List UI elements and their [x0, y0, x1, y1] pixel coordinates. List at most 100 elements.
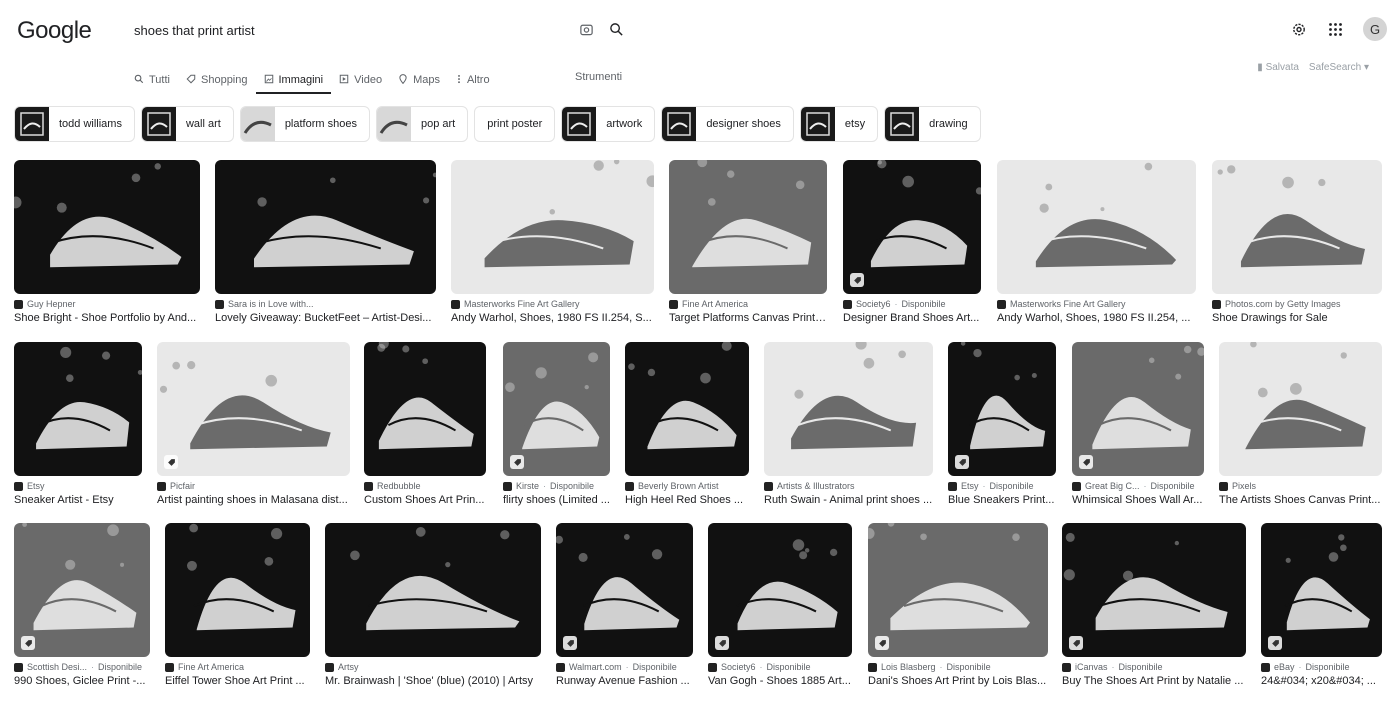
result-thumbnail[interactable]: [669, 160, 827, 294]
image-result[interactable]: Pixels The Artists Shoes Canvas Print...: [1219, 342, 1382, 506]
image-result[interactable]: Etsy · Disponibile Blue Sneakers Print...: [948, 342, 1056, 506]
result-title[interactable]: flirty shoes (Limited ...: [503, 494, 610, 506]
result-source[interactable]: Artsy: [325, 662, 541, 672]
result-title[interactable]: 990 Shoes, Giclee Print -...: [14, 675, 150, 687]
related-chip[interactable]: print poster: [474, 106, 556, 142]
result-title[interactable]: Artist painting shoes in Malasana dist..…: [157, 494, 350, 506]
image-result[interactable]: Etsy Sneaker Artist - Etsy: [14, 342, 142, 506]
result-title[interactable]: Sneaker Artist - Etsy: [14, 494, 142, 506]
safesearch-link[interactable]: SafeSearch ▾: [1309, 62, 1369, 73]
related-chip[interactable]: designer shoes: [661, 106, 794, 142]
result-thumbnail[interactable]: [14, 523, 150, 657]
search-icon[interactable]: [608, 21, 624, 37]
image-result[interactable]: iCanvas · Disponibile Buy The Shoes Art Pri…: [1062, 523, 1246, 687]
result-thumbnail[interactable]: [14, 342, 142, 476]
result-title[interactable]: Lovely Giveaway: BucketFeet – Artist-Des…: [215, 312, 436, 324]
result-thumbnail[interactable]: [1212, 160, 1382, 294]
result-title[interactable]: Designer Brand Shoes Art...: [843, 312, 981, 324]
result-title[interactable]: Van Gogh - Shoes 1885 Art...: [708, 675, 852, 687]
result-title[interactable]: Eiffel Tower Shoe Art Print ...: [165, 675, 310, 687]
result-thumbnail[interactable]: [868, 523, 1048, 657]
related-chip[interactable]: platform shoes: [239, 106, 370, 142]
result-title[interactable]: Shoe Bright - Shoe Portfolio by And...: [14, 312, 200, 324]
result-title[interactable]: Blue Sneakers Print...: [948, 494, 1056, 506]
result-source[interactable]: Pixels: [1219, 481, 1382, 491]
result-source[interactable]: Artists & Illustrators: [764, 481, 933, 491]
apps-grid-icon[interactable]: [1327, 21, 1343, 37]
tab-video[interactable]: Video: [339, 69, 382, 91]
result-source[interactable]: Lois Blasberg · Disponibile: [868, 662, 1048, 672]
result-thumbnail[interactable]: [503, 342, 610, 476]
related-chip[interactable]: wall art: [140, 106, 234, 142]
result-thumbnail[interactable]: [997, 160, 1196, 294]
result-thumbnail[interactable]: [1062, 523, 1246, 657]
result-thumbnail[interactable]: [1072, 342, 1204, 476]
result-thumbnail[interactable]: [325, 523, 541, 657]
image-result[interactable]: Artists & Illustrators Ruth Swain - Anima…: [764, 342, 933, 506]
result-thumbnail[interactable]: [157, 342, 350, 476]
tools-button[interactable]: Strumenti: [575, 71, 622, 83]
result-source[interactable]: Etsy · Disponibile: [948, 481, 1056, 491]
result-title[interactable]: Ruth Swain - Animal print shoes ...: [764, 494, 933, 506]
result-title[interactable]: Buy The Shoes Art Print by Natalie ...: [1062, 675, 1246, 687]
search-input[interactable]: shoes that print artist: [134, 23, 255, 38]
result-title[interactable]: Mr. Brainwash | 'Shoe' (blue) (2010) | A…: [325, 675, 541, 687]
result-source[interactable]: Fine Art America: [669, 299, 827, 309]
result-title[interactable]: Andy Warhol, Shoes, 1980 FS II.254, S...: [451, 312, 654, 324]
image-result[interactable]: Fine Art America Eiffel Tower Shoe Art Pr…: [165, 523, 310, 687]
image-result[interactable]: eBay · Disponibile 24&#034; x20&#034; ...: [1261, 523, 1382, 687]
result-source[interactable]: Redbubble: [364, 481, 486, 491]
google-logo[interactable]: Google: [17, 17, 92, 45]
related-chip[interactable]: pop art: [375, 106, 469, 142]
image-result[interactable]: Guy Hepner Shoe Bright - Shoe Portfolio b…: [14, 160, 200, 324]
result-title[interactable]: Runway Avenue Fashion ...: [556, 675, 693, 687]
image-result[interactable]: Beverly Brown Artist High Heel Red Shoes …: [625, 342, 749, 506]
result-source[interactable]: Masterworks Fine Art Gallery: [451, 299, 654, 309]
tab-maps[interactable]: Maps: [398, 69, 440, 91]
result-source[interactable]: Masterworks Fine Art Gallery: [997, 299, 1196, 309]
image-result[interactable]: Kirste · Disponibile flirty shoes (Limited …: [503, 342, 610, 506]
result-title[interactable]: Whimsical Shoes Wall Ar...: [1072, 494, 1204, 506]
image-result[interactable]: Sara is in Love with... Lovely Giveaway: …: [215, 160, 436, 324]
result-thumbnail[interactable]: [364, 342, 486, 476]
result-source[interactable]: Photos.com by Getty Images: [1212, 299, 1382, 309]
result-source[interactable]: Scottish Desi... · Disponibile: [14, 662, 150, 672]
result-title[interactable]: Dani's Shoes Art Print by Lois Blas...: [868, 675, 1048, 687]
related-chip[interactable]: etsy: [799, 106, 879, 142]
image-result[interactable]: Scottish Desi... · Disponibile 990 Shoes, G…: [14, 523, 150, 687]
result-source[interactable]: Society6 · Disponibile: [708, 662, 852, 672]
image-result[interactable]: Artsy Mr. Brainwash | 'Shoe' (blue) (2010…: [325, 523, 541, 687]
result-source[interactable]: Picfair: [157, 481, 350, 491]
result-thumbnail[interactable]: [948, 342, 1056, 476]
result-thumbnail[interactable]: [165, 523, 310, 657]
image-result[interactable]: Masterworks Fine Art Gallery Andy Warhol,…: [451, 160, 654, 324]
result-thumbnail[interactable]: [14, 160, 200, 294]
related-chip[interactable]: todd williams: [14, 106, 135, 142]
result-source[interactable]: Walmart.com · Disponibile: [556, 662, 693, 672]
result-title[interactable]: 24&#034; x20&#034; ...: [1261, 675, 1382, 687]
result-thumbnail[interactable]: [1219, 342, 1382, 476]
image-result[interactable]: Masterworks Fine Art Gallery Andy Warhol,…: [997, 160, 1196, 324]
result-title[interactable]: Shoe Drawings for Sale: [1212, 312, 1382, 324]
result-title[interactable]: Target Platforms Canvas Print ...: [669, 312, 827, 324]
result-title[interactable]: High Heel Red Shoes ...: [625, 494, 749, 506]
avatar[interactable]: G: [1363, 17, 1387, 41]
result-title[interactable]: Custom Shoes Art Prin...: [364, 494, 486, 506]
result-title[interactable]: The Artists Shoes Canvas Print...: [1219, 494, 1382, 506]
image-result[interactable]: Lois Blasberg · Disponibile Dani's Shoes Ar…: [868, 523, 1048, 687]
result-thumbnail[interactable]: [625, 342, 749, 476]
result-source[interactable]: Fine Art America: [165, 662, 310, 672]
camera-search-icon[interactable]: [578, 21, 594, 37]
result-source[interactable]: iCanvas · Disponibile: [1062, 662, 1246, 672]
result-thumbnail[interactable]: [215, 160, 436, 294]
result-thumbnail[interactable]: [708, 523, 852, 657]
result-source[interactable]: Etsy: [14, 481, 142, 491]
related-chip[interactable]: drawing: [884, 106, 981, 142]
tab-shopping[interactable]: Shopping: [186, 69, 248, 91]
result-source[interactable]: Beverly Brown Artist: [625, 481, 749, 491]
image-result[interactable]: Walmart.com · Disponibile Runway Avenue Fas…: [556, 523, 693, 687]
result-source[interactable]: Kirste · Disponibile: [503, 481, 610, 491]
result-thumbnail[interactable]: [843, 160, 981, 294]
result-source[interactable]: Guy Hepner: [14, 299, 200, 309]
image-result[interactable]: Fine Art America Target Platforms Canvas …: [669, 160, 827, 324]
